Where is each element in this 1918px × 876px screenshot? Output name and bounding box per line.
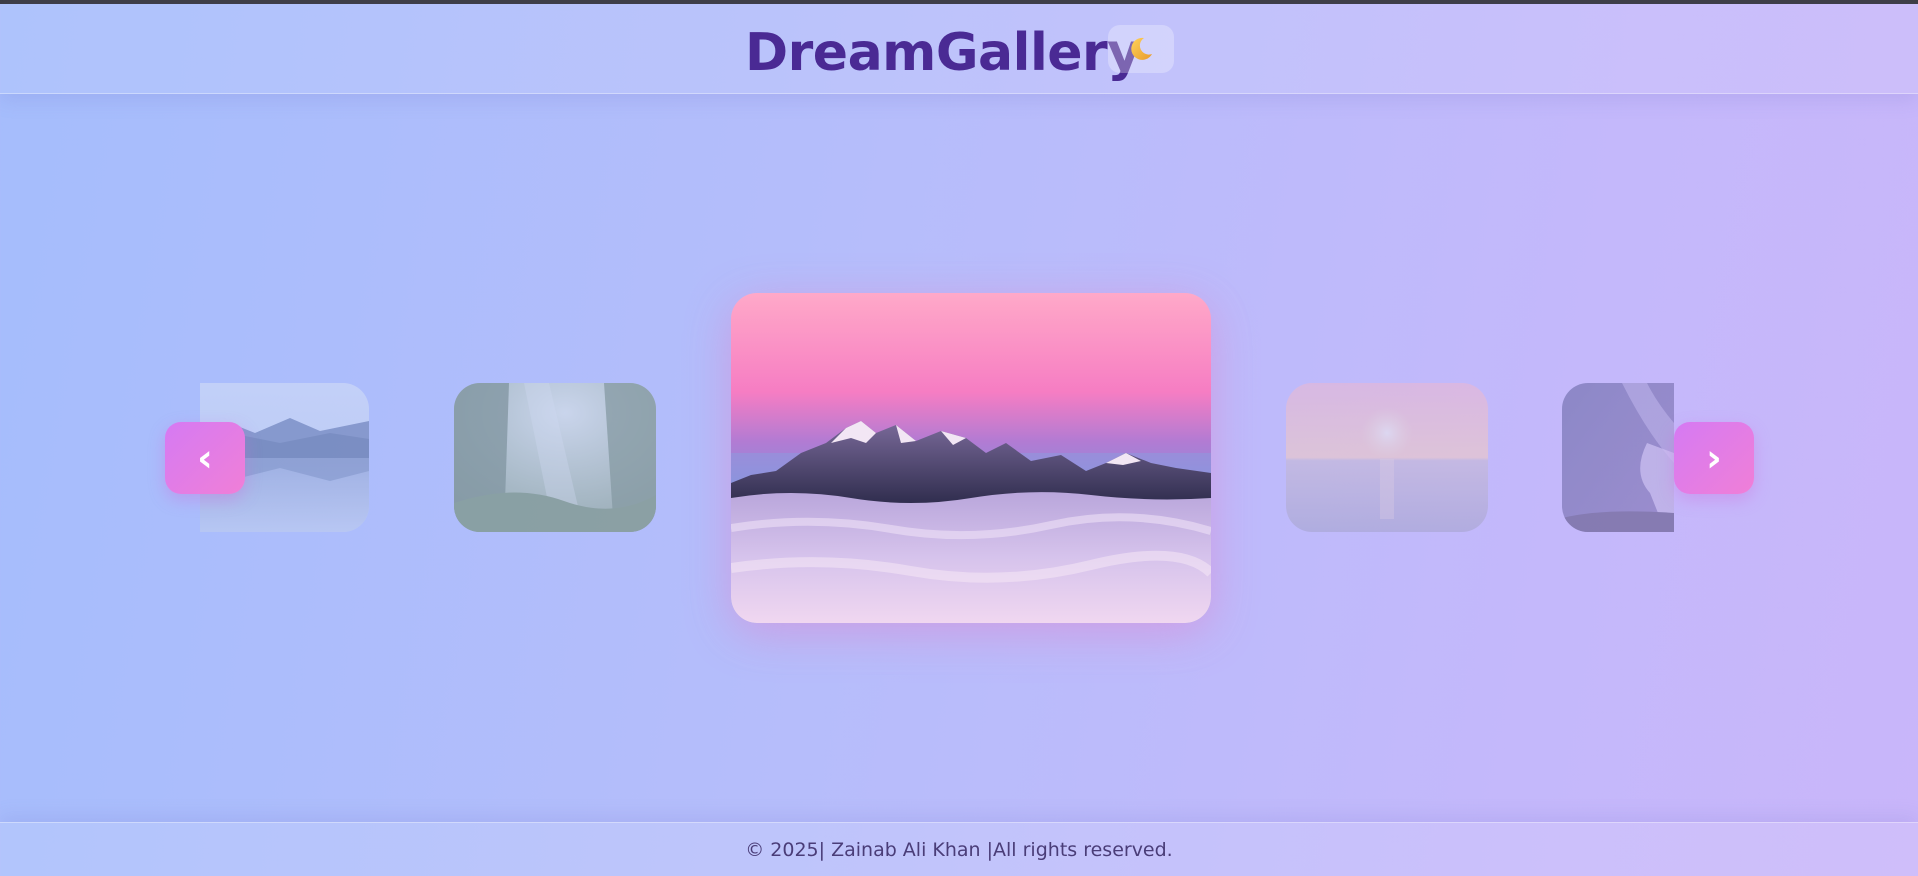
slide-milky-way[interactable]	[1562, 383, 1674, 532]
mountains-clouds-image	[731, 293, 1211, 623]
previous-slide-button[interactable]: ‹	[165, 422, 245, 494]
misty-forest-image	[454, 383, 656, 532]
site-header: DreamGallery	[0, 4, 1918, 94]
next-slide-button[interactable]: ›	[1674, 422, 1754, 494]
slide-sea-sunset[interactable]	[1286, 383, 1488, 532]
moon-icon	[1131, 37, 1152, 60]
site-footer: © 2025| Zainab Ali Khan |All rights rese…	[0, 822, 1918, 876]
slide-mountains-above-clouds[interactable]	[731, 293, 1211, 623]
sea-sunset-image	[1286, 383, 1488, 532]
slide-misty-forest[interactable]	[454, 383, 656, 532]
copyright-text: © 2025| Zainab Ali Khan |All rights rese…	[745, 839, 1173, 861]
theme-toggle-button[interactable]	[1108, 25, 1174, 73]
site-title: DreamGallery	[745, 23, 1141, 83]
milky-way-image	[1562, 383, 1674, 532]
